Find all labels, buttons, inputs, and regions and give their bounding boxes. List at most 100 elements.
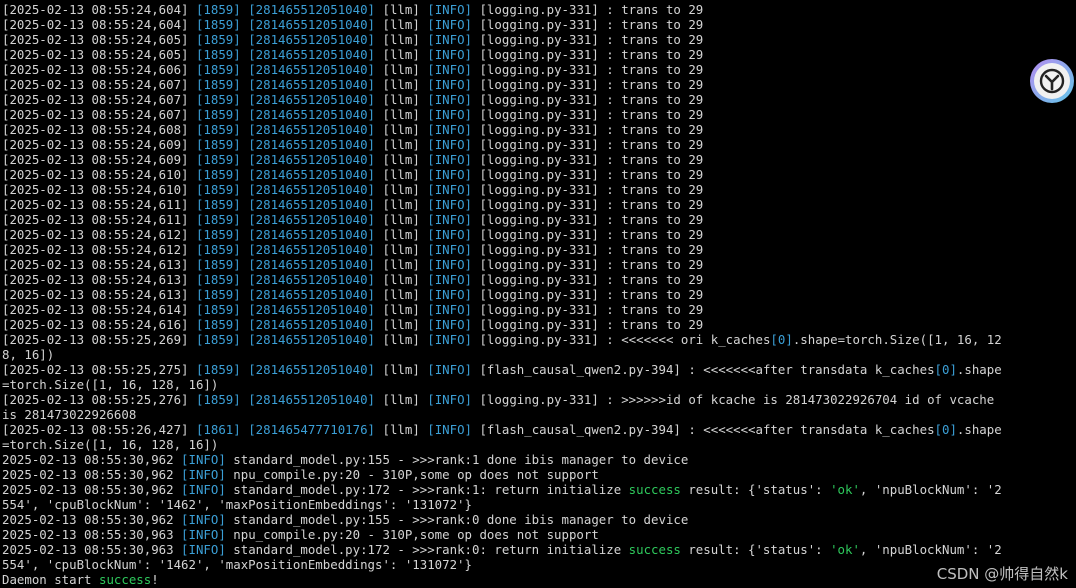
- log-text: [llm]: [375, 317, 428, 332]
- log-text: [llm]: [375, 197, 428, 212]
- log-tag: [1859]: [195, 92, 241, 107]
- log-text: 2025-02-13 08:55:30,962: [2, 467, 182, 482]
- log-tag: [281465512051040]: [248, 332, 376, 347]
- log-tag: [INFO]: [427, 362, 473, 377]
- log-text: [logging.py-331] : trans to 29: [472, 272, 704, 287]
- log-text: [2025-02-13 08:55:24,609]: [2, 152, 196, 167]
- log-tag: [1859]: [195, 257, 241, 272]
- log-tag: [INFO]: [181, 527, 226, 542]
- log-text: .shape=torch.Size([1, 16, 12: [792, 332, 1002, 347]
- log-text: [2025-02-13 08:55:25,275]: [2, 362, 196, 377]
- log-line: 554', 'cpuBlockNum': '1462', 'maxPositio…: [2, 497, 1074, 512]
- log-tag: [INFO]: [427, 287, 473, 302]
- log-tag: [1861]: [195, 422, 241, 437]
- log-tag: [281465512051040]: [248, 122, 376, 137]
- log-tag: [1859]: [195, 167, 241, 182]
- log-line: [2025-02-13 08:55:24,607] [1859] [281465…: [2, 107, 1074, 122]
- log-tag: [281465512051040]: [248, 167, 376, 182]
- log-tag: [1859]: [195, 107, 241, 122]
- log-tag: [INFO]: [427, 77, 473, 92]
- log-line: 2025-02-13 08:55:30,962 [INFO] npu_compi…: [2, 467, 1074, 482]
- log-tag: [281465512051040]: [248, 317, 376, 332]
- log-text: [logging.py-331] : trans to 29: [472, 287, 704, 302]
- log-text: standard_model.py:155 - >>>rank:0 done i…: [225, 512, 689, 527]
- log-text: Daemon start: [2, 572, 99, 587]
- log-line: =torch.Size([1, 16, 128, 16]): [2, 437, 1074, 452]
- log-text: [2025-02-13 08:55:24,613]: [2, 287, 196, 302]
- log-text: [2025-02-13 08:55:24,606]: [2, 62, 196, 77]
- log-tag: [1859]: [195, 212, 241, 227]
- log-text: [llm]: [375, 302, 428, 317]
- assistant-logo-icon[interactable]: [1030, 59, 1074, 103]
- log-line: 2025-02-13 08:55:30,962 [INFO] standard_…: [2, 512, 1074, 527]
- log-line: [2025-02-13 08:55:24,608] [1859] [281465…: [2, 122, 1074, 137]
- log-text: [logging.py-331] : trans to 29: [472, 122, 704, 137]
- log-text: [logging.py-331] : <<<<<<< ori k_caches: [472, 332, 771, 347]
- log-tag: [1859]: [195, 392, 241, 407]
- log-text: [llm]: [375, 392, 428, 407]
- log-tag: [281465512051040]: [248, 17, 376, 32]
- log-text: [logging.py-331] : trans to 29: [472, 317, 704, 332]
- log-tag: [1859]: [195, 227, 241, 242]
- log-text: [logging.py-331] : trans to 29: [472, 2, 704, 17]
- log-line: [2025-02-13 08:55:24,611] [1859] [281465…: [2, 212, 1074, 227]
- log-text: standard_model.py:172 - >>>rank:1: retur…: [225, 482, 629, 497]
- log-text: [logging.py-331] : trans to 29: [472, 107, 704, 122]
- log-text: [2025-02-13 08:55:24,611]: [2, 212, 196, 227]
- log-text: [2025-02-13 08:55:24,604]: [2, 17, 196, 32]
- log-tag: [281465477710176]: [248, 422, 376, 437]
- log-line: Daemon start success!: [2, 572, 1074, 587]
- log-text: 2025-02-13 08:55:30,963: [2, 527, 182, 542]
- log-tag: [0]: [934, 362, 957, 377]
- log-text: [llm]: [375, 107, 428, 122]
- log-text: [2025-02-13 08:55:24,607]: [2, 107, 196, 122]
- log-text: [llm]: [375, 227, 428, 242]
- log-text: standard_model.py:172 - >>>rank:0: retur…: [225, 542, 629, 557]
- log-line: [2025-02-13 08:55:24,612] [1859] [281465…: [2, 242, 1074, 257]
- log-tag: [INFO]: [427, 317, 473, 332]
- log-tag: [INFO]: [427, 17, 473, 32]
- log-tag: [1859]: [195, 272, 241, 287]
- log-text: 554', 'cpuBlockNum': '1462', 'maxPositio…: [2, 557, 472, 572]
- log-text: [logging.py-331] : trans to 29: [472, 62, 704, 77]
- log-text: .shape: [956, 362, 1002, 377]
- log-tag: [INFO]: [427, 242, 473, 257]
- log-text: [2025-02-13 08:55:24,611]: [2, 197, 196, 212]
- log-text: [llm]: [375, 212, 428, 227]
- log-text: npu_compile.py:20 - 310P,some op does no…: [225, 467, 599, 482]
- log-text: [2025-02-13 08:55:25,276]: [2, 392, 196, 407]
- log-line: [2025-02-13 08:55:25,275] [1859] [281465…: [2, 362, 1074, 377]
- log-text: 2025-02-13 08:55:30,962: [2, 452, 182, 467]
- log-tag: [INFO]: [427, 32, 473, 47]
- log-text: [llm]: [375, 17, 428, 32]
- log-text: , 'npuBlockNum': '2: [859, 542, 1002, 557]
- log-tag: [1859]: [195, 332, 241, 347]
- log-tag: [281465512051040]: [248, 2, 376, 17]
- log-tag: [1859]: [195, 47, 241, 62]
- terminal-output[interactable]: [2025-02-13 08:55:24,604] [1859] [281465…: [2, 2, 1074, 587]
- log-tag: [281465512051040]: [248, 92, 376, 107]
- log-text: [2025-02-13 08:55:24,604]: [2, 2, 196, 17]
- log-tag: [281465512051040]: [248, 272, 376, 287]
- log-text: 8, 16]): [2, 347, 55, 362]
- log-tag: [281465512051040]: [248, 182, 376, 197]
- log-text: [logging.py-331] : trans to 29: [472, 242, 704, 257]
- log-tag: [INFO]: [181, 482, 226, 497]
- log-text: [logging.py-331] : trans to 29: [472, 302, 704, 317]
- log-line: [2025-02-13 08:55:24,605] [1859] [281465…: [2, 47, 1074, 62]
- log-text: [logging.py-331] : trans to 29: [472, 137, 704, 152]
- log-line: 8, 16]): [2, 347, 1074, 362]
- log-highlight: success: [628, 542, 681, 557]
- csdn-watermark: CSDN @帅得自然k: [936, 565, 1068, 583]
- log-line: [2025-02-13 08:55:24,613] [1859] [281465…: [2, 287, 1074, 302]
- log-text: [2025-02-13 08:55:24,610]: [2, 182, 196, 197]
- log-text: [llm]: [375, 272, 428, 287]
- log-text: [llm]: [375, 122, 428, 137]
- log-text: [llm]: [375, 32, 428, 47]
- log-tag: [INFO]: [181, 542, 226, 557]
- log-tag: [INFO]: [181, 467, 226, 482]
- log-tag: [INFO]: [427, 152, 473, 167]
- log-tag: [INFO]: [181, 452, 226, 467]
- log-text: [logging.py-331] : trans to 29: [472, 182, 704, 197]
- log-text: [llm]: [375, 332, 428, 347]
